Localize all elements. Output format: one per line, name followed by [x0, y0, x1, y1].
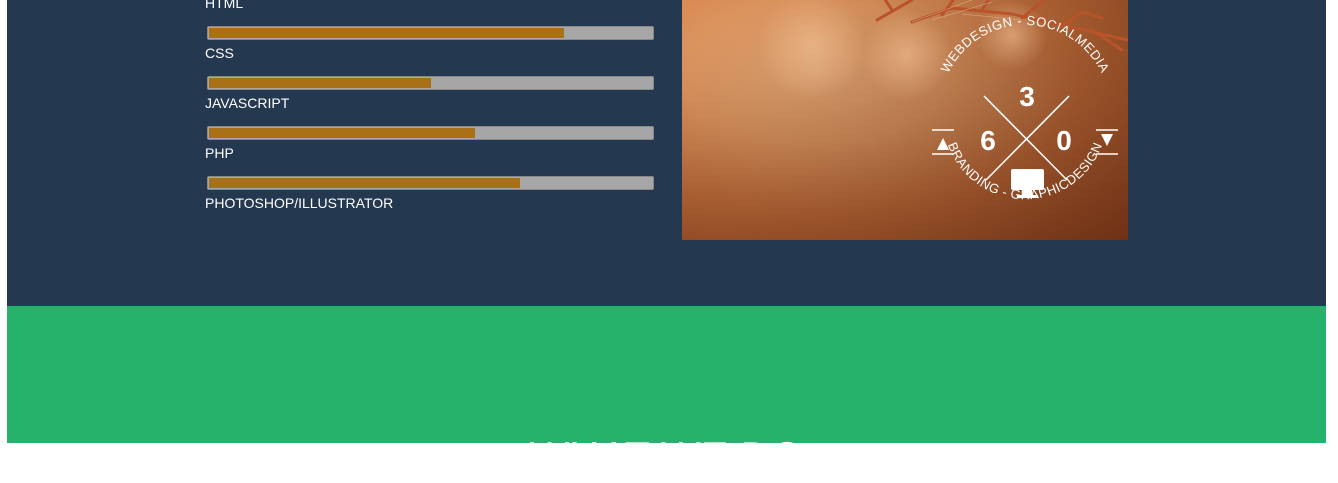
- hero-photo: WEBDESIGN - SOCIALMEDIA BRANDING - GRAPH…: [682, 0, 1128, 240]
- what-we-do-title: WHAT WE DO: [529, 432, 804, 480]
- logo-digit-left: 6: [980, 125, 996, 156]
- skill-label-php: PHP: [205, 145, 234, 161]
- skill-label-css: CSS: [205, 45, 234, 61]
- photo-decor: WEBDESIGN - SOCIALMEDIA BRANDING - GRAPH…: [682, 0, 1128, 240]
- skill-bar-fill: [209, 178, 520, 188]
- what-we-do-section: WHAT WE DO: [7, 306, 1326, 480]
- skill-bar-fill: [209, 28, 564, 38]
- logo-digit-right: 0: [1056, 125, 1072, 156]
- skill-bar-html: [207, 26, 654, 40]
- skill-bar-fill: [209, 78, 431, 88]
- skill-bar-css: [207, 76, 654, 90]
- skill-label-javascript: JAVASCRIPT: [205, 95, 290, 111]
- logo-digit-top: 3: [1019, 81, 1035, 112]
- skill-bar-php: [207, 176, 654, 190]
- skill-label-photoshop: PHOTOSHOP/ILLUSTRATOR: [205, 195, 394, 211]
- skill-label-html: HTML: [205, 0, 244, 11]
- skill-bar-fill: [209, 128, 475, 138]
- skill-bar-javascript: [207, 126, 654, 140]
